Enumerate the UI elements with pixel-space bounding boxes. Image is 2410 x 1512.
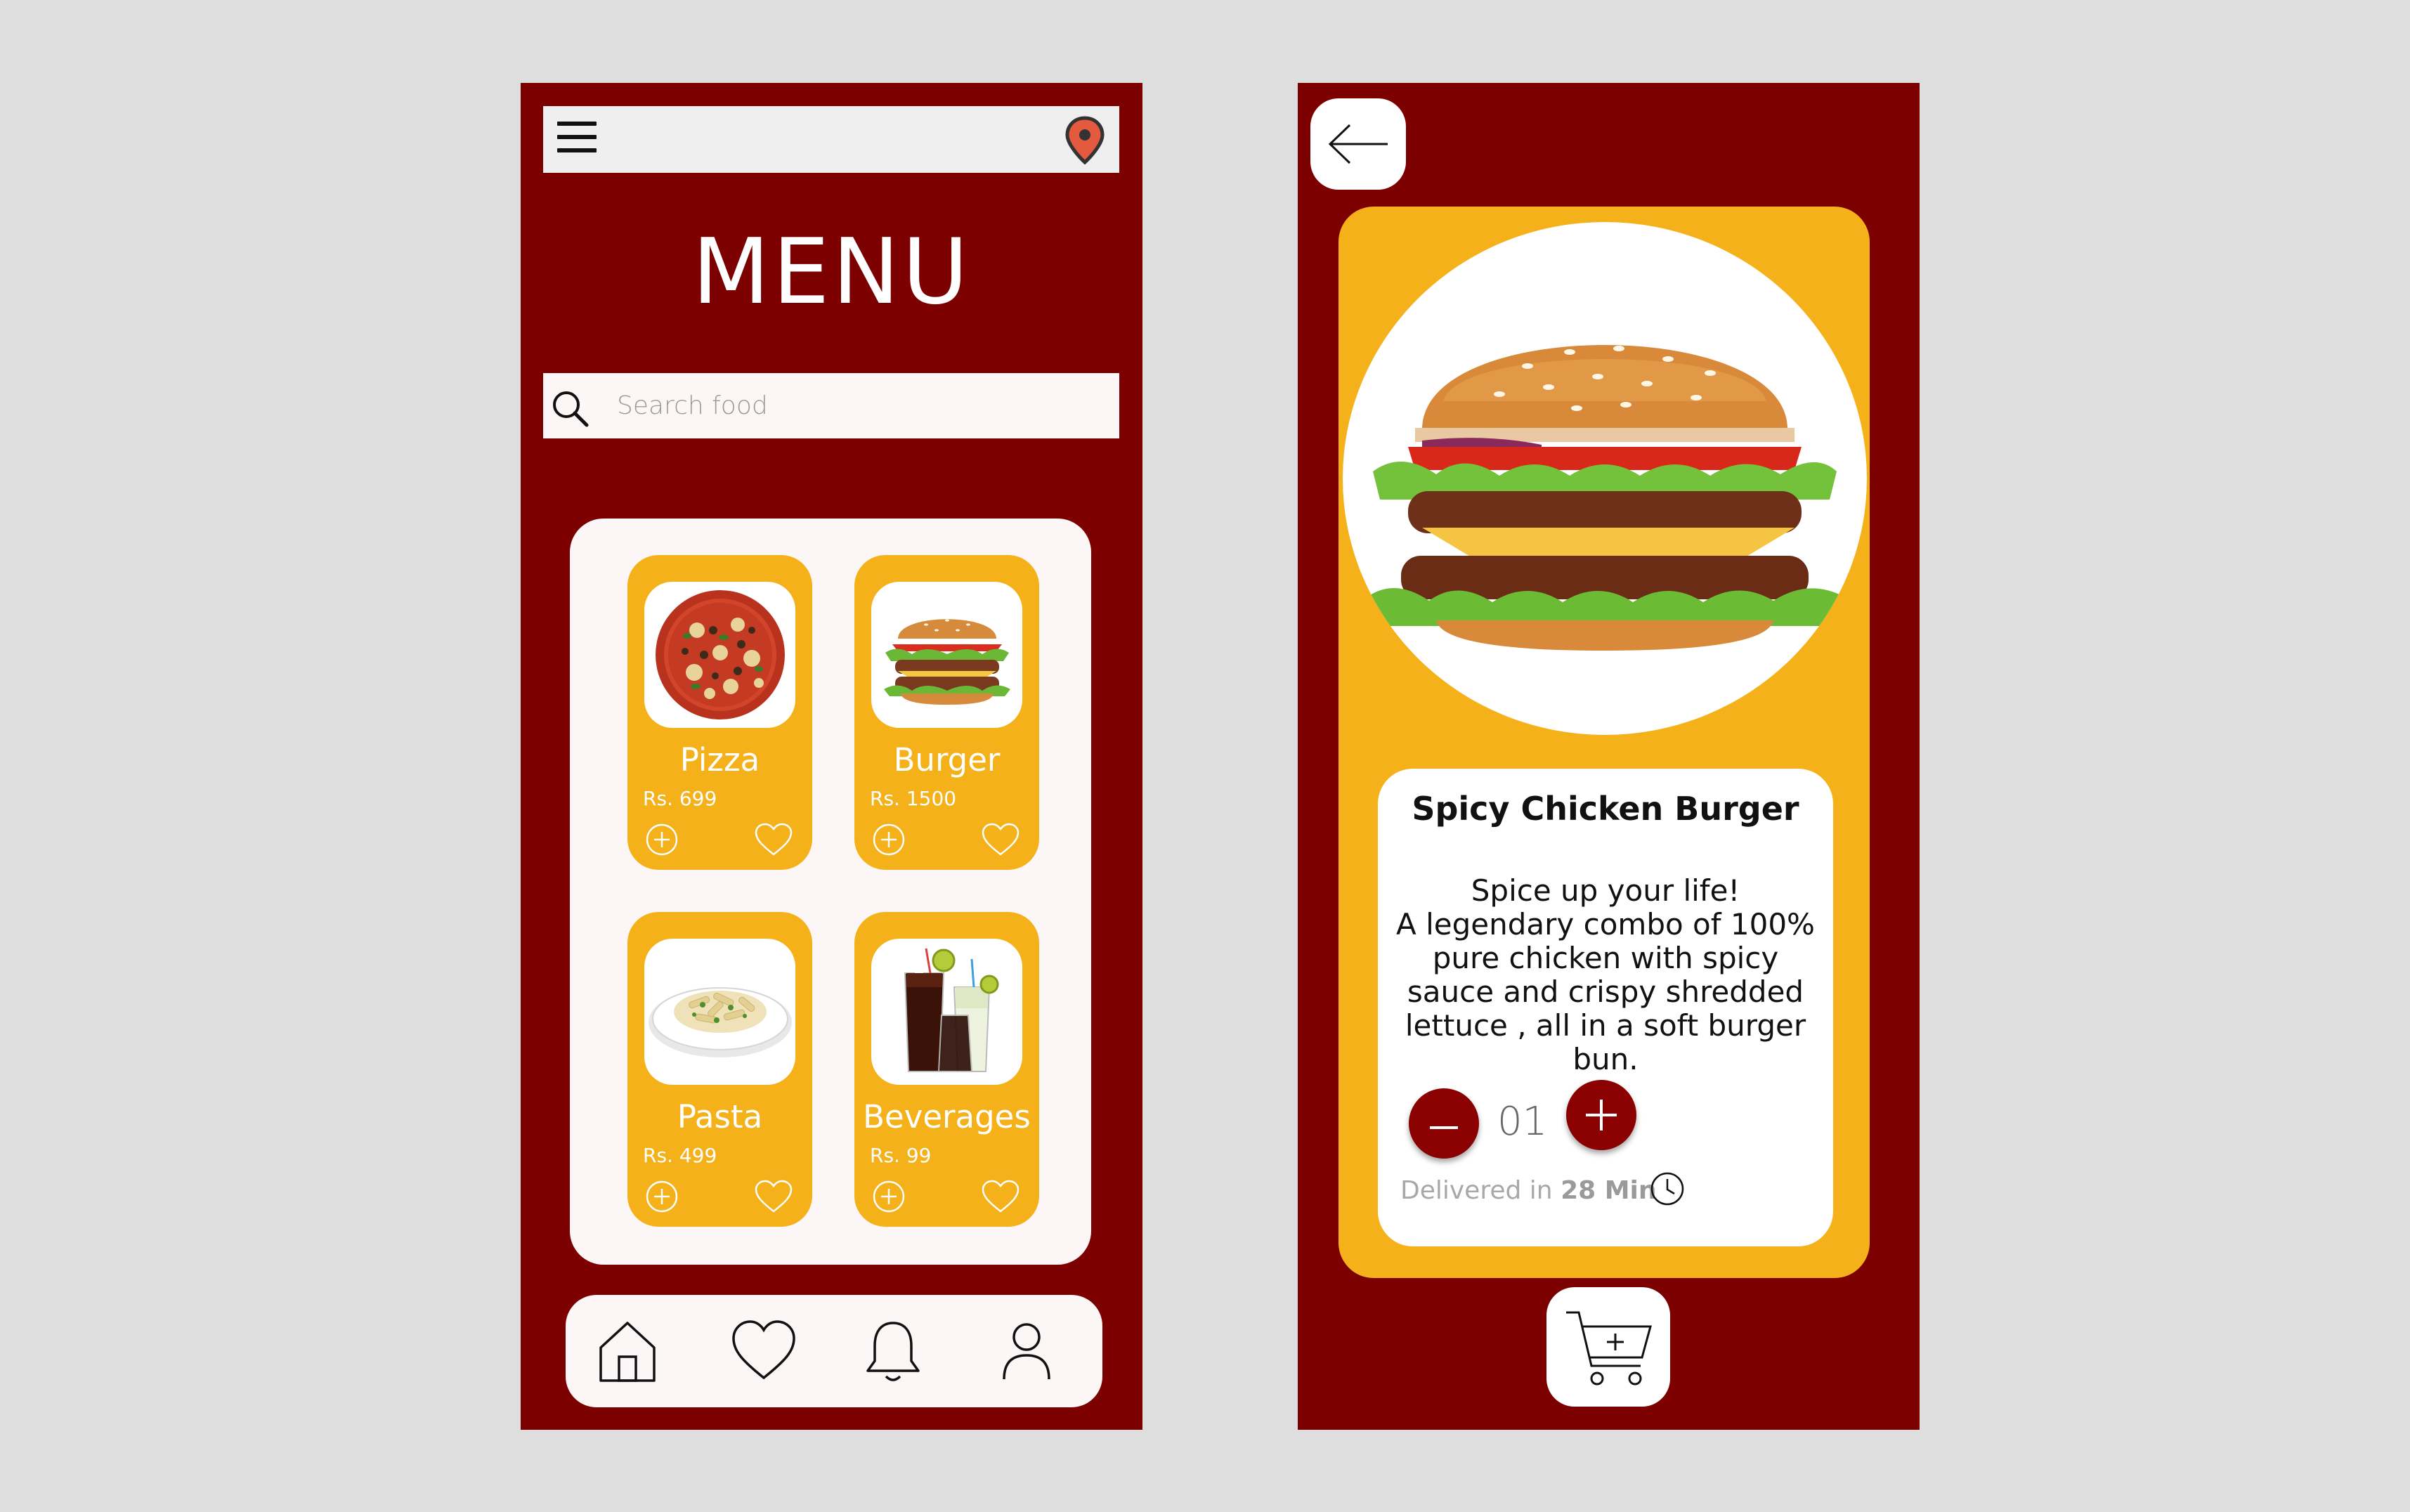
food-price: Rs. 499: [643, 1144, 717, 1167]
product-description: Spice up your life! A legendary combo of…: [1396, 873, 1815, 1076]
delivery-prefix: Delivered in: [1400, 1176, 1553, 1205]
hamburger-menu-icon[interactable]: [557, 122, 597, 157]
heart-icon[interactable]: [754, 822, 793, 857]
product-image: [1343, 222, 1867, 735]
food-card-pasta[interactable]: Pasta Rs. 499: [627, 912, 812, 1227]
search-input[interactable]: [617, 386, 1095, 425]
food-name: Pasta: [677, 1098, 763, 1135]
add-to-cart-icon: [1566, 1311, 1652, 1386]
add-icon[interactable]: [644, 822, 679, 857]
back-button[interactable]: [1310, 98, 1406, 190]
quantity-value: 01: [1497, 1099, 1548, 1145]
food-name: Pizza: [679, 741, 760, 778]
product-info-card: Spicy Chicken Burger Spice up your life!…: [1378, 769, 1833, 1246]
search-icon[interactable]: [549, 387, 591, 429]
food-price: Rs. 1500: [870, 787, 957, 810]
clock-icon: [1650, 1172, 1684, 1206]
delivery-time: 28 Min: [1561, 1176, 1657, 1205]
user-icon[interactable]: [993, 1316, 1060, 1386]
heart-icon[interactable]: [981, 822, 1020, 857]
food-card-beverages[interactable]: Beverages Rs. 99: [854, 912, 1039, 1227]
search-bar: [543, 373, 1119, 438]
food-name: Burger: [893, 741, 1001, 778]
food-grid-panel: Pizza Rs. 699 Burger Rs. 1500 Pasta Rs. …: [570, 519, 1091, 1265]
add-to-cart-button[interactable]: [1546, 1287, 1670, 1407]
arrow-left-icon: [1328, 124, 1388, 164]
product-title: Spicy Chicken Burger: [1412, 790, 1799, 828]
heart-icon[interactable]: [754, 1179, 793, 1214]
food-name: Beverages: [863, 1098, 1031, 1135]
bell-icon[interactable]: [859, 1316, 927, 1386]
menu-screen: MENU Pizza Rs. 699: [521, 83, 1142, 1430]
page-title: MENU: [692, 220, 971, 325]
minus-icon: [1430, 1126, 1458, 1129]
top-bar: [543, 106, 1119, 173]
burger-image: [871, 582, 1022, 728]
beverages-image: [871, 939, 1022, 1085]
food-card-burger[interactable]: Burger Rs. 1500: [854, 555, 1039, 870]
bottom-nav: [566, 1295, 1102, 1407]
delivery-info: Delivered in 28 Min: [1400, 1176, 1657, 1205]
add-icon[interactable]: [871, 1179, 906, 1214]
food-price: Rs. 699: [643, 787, 717, 810]
add-icon[interactable]: [644, 1179, 679, 1214]
pasta-image: [644, 939, 795, 1085]
increase-quantity-button[interactable]: [1566, 1080, 1636, 1150]
home-icon[interactable]: [594, 1316, 661, 1386]
location-pin-icon[interactable]: [1064, 116, 1105, 165]
product-card: Spicy Chicken Burger Spice up your life!…: [1338, 207, 1870, 1278]
plus-icon: [1586, 1100, 1617, 1130]
heart-icon[interactable]: [981, 1179, 1020, 1214]
heart-icon[interactable]: [730, 1316, 797, 1386]
add-icon[interactable]: [871, 822, 906, 857]
food-price: Rs. 99: [870, 1144, 932, 1167]
product-detail-screen: Spicy Chicken Burger Spice up your life!…: [1298, 83, 1920, 1430]
food-card-pizza[interactable]: Pizza Rs. 699: [627, 555, 812, 870]
pizza-image: [644, 582, 795, 728]
decrease-quantity-button[interactable]: [1409, 1088, 1479, 1159]
